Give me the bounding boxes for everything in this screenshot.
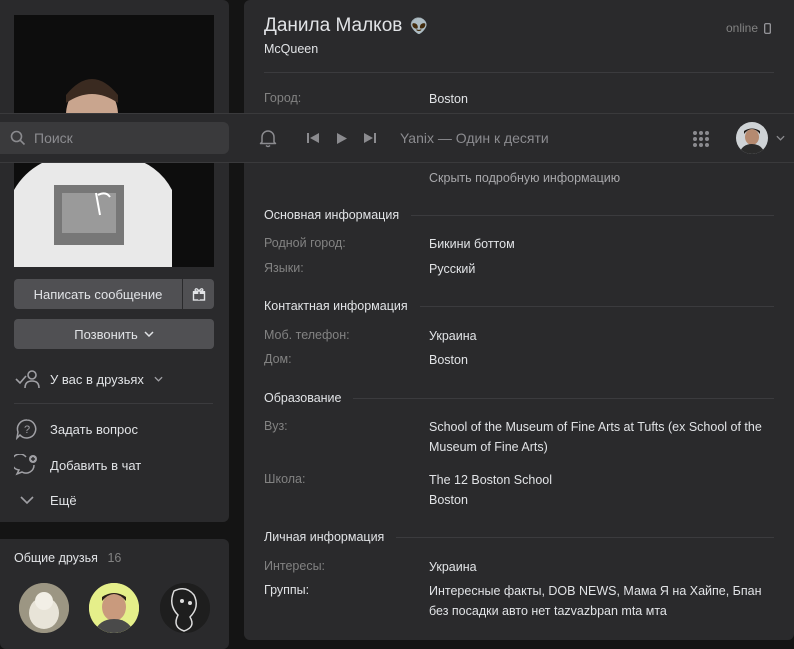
ask-question-item[interactable]: ? Задать вопрос xyxy=(14,418,138,440)
chevron-down-icon xyxy=(144,331,154,337)
friend-avatar[interactable] xyxy=(160,583,210,633)
section-basic-title: Основная информация xyxy=(264,208,400,222)
next-track-button[interactable] xyxy=(361,129,379,147)
section-contact-info: Контактная информация xyxy=(264,299,774,313)
city-label: Город: xyxy=(264,91,302,105)
section-divider xyxy=(396,536,774,538)
write-message-button[interactable]: Написать сообщение xyxy=(14,279,182,309)
search-input[interactable] xyxy=(32,129,216,147)
grid-icon xyxy=(693,131,709,147)
hometown-value[interactable]: Бикини боттом xyxy=(429,234,769,254)
write-message-label: Написать сообщение xyxy=(33,286,163,302)
profile-left-card: Написать сообщение Позвонить У вас в дру… xyxy=(0,0,229,522)
section-personal-info: Личная информация xyxy=(264,530,774,544)
mobile-label: Моб. телефон: xyxy=(264,328,350,342)
interests-value: Украина xyxy=(429,560,477,574)
call-label: Позвонить xyxy=(74,326,138,342)
current-track-title[interactable]: Yanix — Один к десяти xyxy=(400,130,549,146)
school-name[interactable]: The 12 Boston School xyxy=(429,470,769,490)
previous-track-button[interactable] xyxy=(304,129,322,147)
profile-status[interactable]: McQueen xyxy=(264,42,318,56)
gift-icon xyxy=(192,288,205,301)
play-button[interactable] xyxy=(333,129,351,147)
gift-button[interactable] xyxy=(183,279,214,309)
languages-label: Языки: xyxy=(264,261,304,275)
languages-value[interactable]: Русский xyxy=(429,259,769,279)
hometown-label: Родной город: xyxy=(264,236,346,250)
section-divider xyxy=(419,305,774,307)
friends-status-label: У вас в друзьях xyxy=(50,371,144,387)
interests-label: Интересы: xyxy=(264,559,326,573)
section-divider xyxy=(353,397,774,399)
previous-track-icon xyxy=(307,133,319,143)
add-to-chat-label: Добавить в чат xyxy=(50,457,142,473)
user-avatar-image xyxy=(735,122,768,154)
home-value[interactable]: Boston xyxy=(429,350,769,370)
section-contact-title: Контактная информация xyxy=(264,299,408,313)
profile-name-text: Данила Малков xyxy=(264,15,403,36)
section-divider xyxy=(411,214,774,216)
friend-check-icon xyxy=(15,370,40,389)
top-navigation-bar: Yanix — Один к десяти xyxy=(0,113,794,163)
friend-avatar[interactable] xyxy=(19,583,69,633)
friends-status-dropdown[interactable]: У вас в друзьях xyxy=(14,369,163,389)
section-basic-info: Основная информация xyxy=(264,208,774,222)
section-education: Образование xyxy=(264,391,774,405)
home-label: Дом: xyxy=(264,352,292,366)
groups-value[interactable]: Интересные факты, DOB NEWS, Мама Я на Ха… xyxy=(429,581,774,621)
groups-label: Группы: xyxy=(264,583,310,597)
school-city[interactable]: Boston xyxy=(429,490,769,510)
alien-emoji-icon: 👽 xyxy=(409,18,429,35)
school-label: Школа: xyxy=(264,472,306,486)
notifications-button[interactable] xyxy=(256,126,280,150)
friend-avatar-image xyxy=(89,583,139,633)
divider xyxy=(264,72,774,73)
more-item[interactable]: Ещё xyxy=(14,490,77,510)
add-to-chat-item[interactable]: Добавить в чат xyxy=(14,454,141,476)
avatar xyxy=(735,122,768,154)
next-track-icon xyxy=(364,133,376,143)
common-friends-count: 16 xyxy=(107,551,122,565)
common-friends-card: Общие друзья 16 xyxy=(0,539,229,649)
chat-add-icon xyxy=(14,454,37,476)
common-friends-header[interactable]: Общие друзья 16 xyxy=(14,551,121,565)
chevron-down-icon xyxy=(775,135,785,141)
call-button[interactable]: Позвонить xyxy=(14,319,214,349)
more-label: Ещё xyxy=(50,492,77,508)
ask-question-label: Задать вопрос xyxy=(50,421,138,437)
user-menu-button[interactable] xyxy=(735,122,785,154)
chevron-down-icon xyxy=(20,496,34,505)
profile-name: Данила Малков 👽 xyxy=(264,15,428,37)
city-value[interactable]: Boston xyxy=(429,89,769,109)
search-box[interactable] xyxy=(0,122,229,154)
university-label: Вуз: xyxy=(264,419,288,433)
mobile-value: Украина xyxy=(429,329,477,343)
friend-avatar-image xyxy=(19,583,69,633)
friend-avatar[interactable] xyxy=(89,583,139,633)
common-friends-title: Общие друзья xyxy=(14,551,98,565)
play-icon xyxy=(337,132,347,144)
online-status: online xyxy=(726,21,771,35)
chevron-down-icon xyxy=(154,376,163,382)
online-label: online xyxy=(726,21,759,35)
apps-menu-button[interactable] xyxy=(690,128,712,150)
bell-icon xyxy=(259,130,277,148)
question-bubble-icon: ? xyxy=(15,419,37,440)
section-personal-title: Личная информация xyxy=(264,530,385,544)
friend-avatar-image xyxy=(160,583,210,633)
search-icon xyxy=(10,130,26,146)
divider xyxy=(14,403,213,404)
svg-text:?: ? xyxy=(24,424,30,436)
university-value[interactable]: School of the Museum of Fine Arts at Tuf… xyxy=(429,417,769,457)
section-education-title: Образование xyxy=(264,391,342,405)
mobile-phone-icon xyxy=(764,22,771,34)
hide-details-link[interactable]: Скрыть подробную информацию xyxy=(429,171,620,185)
